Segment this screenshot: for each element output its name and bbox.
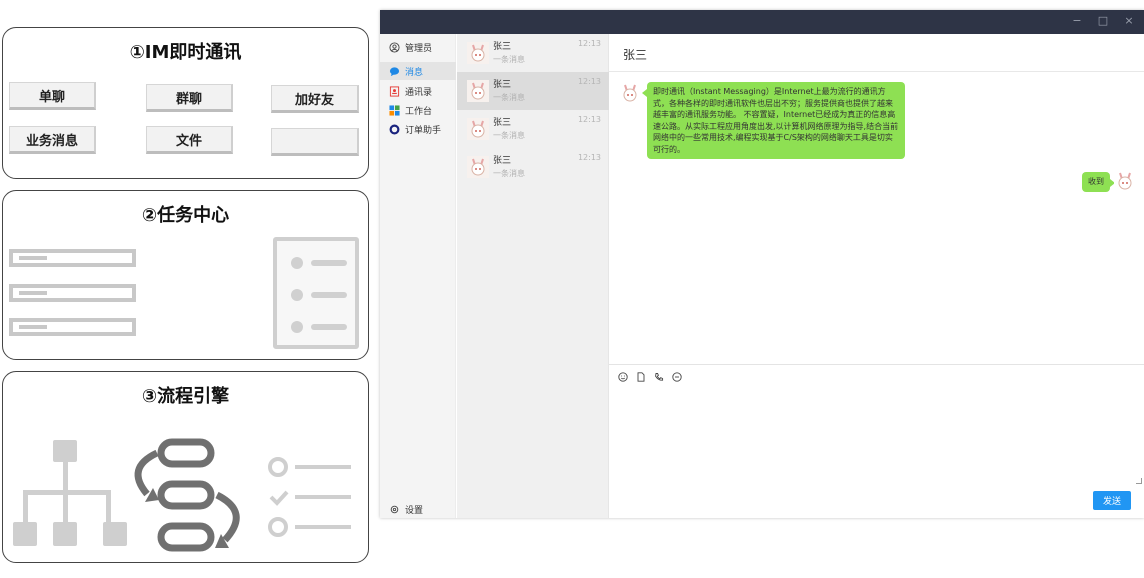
nav-item-label: 消息 bbox=[405, 67, 424, 78]
conversation-item[interactable]: 张三 一条消息 12:13 bbox=[457, 110, 609, 148]
feature-button-single-chat[interactable]: 单聊 bbox=[9, 82, 96, 110]
conversation-preview: 一条消息 bbox=[493, 169, 525, 178]
conversation-name: 张三 bbox=[493, 42, 512, 52]
minus-circle-icon[interactable] bbox=[671, 371, 682, 382]
nav-item-admin[interactable]: 管理员 bbox=[380, 38, 456, 56]
nav-item-workbench[interactable]: 工作台 bbox=[380, 101, 456, 119]
task-bar-graphic bbox=[9, 284, 136, 302]
contacts-icon bbox=[388, 85, 400, 97]
user-circle-icon bbox=[388, 41, 400, 53]
grid-apps-icon bbox=[388, 104, 400, 116]
conversation-preview: 一条消息 bbox=[493, 55, 525, 64]
feature-button-add-friend[interactable]: 加好友 bbox=[271, 85, 359, 113]
feature-button-group-chat[interactable]: 群聊 bbox=[146, 84, 233, 112]
message-input[interactable] bbox=[615, 387, 1138, 483]
message-bubble-incoming: 即时通讯（Instant Messaging）是Internet上最为流行的通讯… bbox=[642, 82, 905, 159]
message-composer: 发送 bbox=[609, 364, 1144, 518]
send-button[interactable]: 发送 bbox=[1093, 491, 1131, 510]
avatar bbox=[1114, 170, 1136, 192]
nav-item-messages[interactable]: 消息 bbox=[380, 62, 456, 80]
list-check-icon bbox=[268, 457, 351, 537]
chat-header: 张三 bbox=[609, 34, 1144, 72]
gear-icon bbox=[388, 503, 400, 515]
chat-pane: 张三 即时通讯（Instant Messaging）是Internet上最为流行… bbox=[609, 34, 1144, 518]
maximize-button[interactable]: □ bbox=[1094, 14, 1112, 27]
task-center-panel: ②任务中心 bbox=[2, 190, 369, 360]
conversation-name: 张三 bbox=[493, 118, 512, 128]
conversation-name: 张三 bbox=[493, 156, 512, 166]
order-ring-icon bbox=[388, 123, 400, 135]
nav-item-label: 设置 bbox=[405, 505, 424, 516]
avatar bbox=[467, 156, 489, 178]
conversation-preview: 一条消息 bbox=[493, 93, 525, 102]
avatar bbox=[467, 80, 489, 102]
file-icon[interactable] bbox=[635, 371, 646, 382]
nav-item-contacts[interactable]: 通讯录 bbox=[380, 82, 456, 100]
chat-title: 张三 bbox=[623, 48, 648, 62]
chat-app-window: − □ × 管理员 消息 通讯录 工作台 订单助手 设置 张三 一条消息 12:… bbox=[380, 10, 1144, 518]
message-area: 即时通讯（Instant Messaging）是Internet上最为流行的通讯… bbox=[609, 72, 1144, 364]
conversation-list: 张三 一条消息 12:13 张三 一条消息 12:13 张三 一条消息 12:1… bbox=[457, 34, 609, 518]
nav-item-order-assistant[interactable]: 订单助手 bbox=[380, 120, 456, 138]
nav-item-label: 订单助手 bbox=[405, 125, 442, 136]
panel-title-task: ②任务中心 bbox=[141, 205, 230, 226]
avatar bbox=[619, 82, 641, 104]
avatar bbox=[467, 42, 489, 64]
emoji-icon[interactable] bbox=[617, 371, 628, 382]
nav-item-label: 管理员 bbox=[405, 43, 433, 54]
main-nav-sidebar: 管理员 消息 通讯录 工作台 订单助手 设置 bbox=[380, 34, 456, 518]
window-titlebar: − □ × bbox=[380, 10, 1144, 34]
composer-toolbar bbox=[617, 371, 682, 382]
workflow-engine-panel: ③流程引擎 bbox=[2, 371, 369, 563]
conversation-time: 12:13 bbox=[577, 115, 601, 124]
feature-button-business-message[interactable]: 业务消息 bbox=[9, 126, 96, 154]
close-button[interactable]: × bbox=[1120, 14, 1138, 27]
task-bar-graphic bbox=[9, 318, 136, 336]
resize-grip-icon[interactable] bbox=[1136, 478, 1142, 484]
chat-bubble-icon bbox=[388, 65, 400, 77]
conversation-item[interactable]: 张三 一条消息 12:13 bbox=[457, 72, 609, 110]
nav-item-label: 通讯录 bbox=[405, 87, 433, 98]
workflow-illustration bbox=[13, 438, 351, 552]
conversation-name: 张三 bbox=[493, 80, 512, 90]
task-bar-graphic bbox=[9, 249, 136, 267]
phone-icon[interactable] bbox=[653, 371, 664, 382]
panel-title-im: ①IM即时通讯 bbox=[129, 42, 242, 63]
nav-item-settings[interactable]: 设置 bbox=[380, 500, 456, 518]
minimize-button[interactable]: − bbox=[1068, 14, 1086, 27]
message-bubble-outgoing: 收到 bbox=[1082, 172, 1115, 192]
avatar bbox=[467, 118, 489, 140]
feature-button-file[interactable]: 文件 bbox=[146, 126, 233, 154]
nav-item-label: 工作台 bbox=[405, 106, 433, 117]
panel-title-flow: ③流程引擎 bbox=[141, 386, 230, 407]
conversation-preview: 一条消息 bbox=[493, 131, 525, 140]
conversation-item[interactable]: 张三 一条消息 12:13 bbox=[457, 34, 609, 72]
conversation-time: 12:13 bbox=[577, 39, 601, 48]
conversation-time: 12:13 bbox=[577, 77, 601, 86]
conversation-item[interactable]: 张三 一条消息 12:13 bbox=[457, 148, 609, 186]
org-tree-icon bbox=[13, 440, 127, 546]
checklist-icon bbox=[273, 237, 359, 349]
conversation-time: 12:13 bbox=[577, 153, 601, 162]
im-feature-panel: ①IM即时通讯 单聊 群聊 加好友 业务消息 文件 bbox=[2, 27, 369, 179]
feature-button-empty[interactable] bbox=[271, 128, 359, 156]
